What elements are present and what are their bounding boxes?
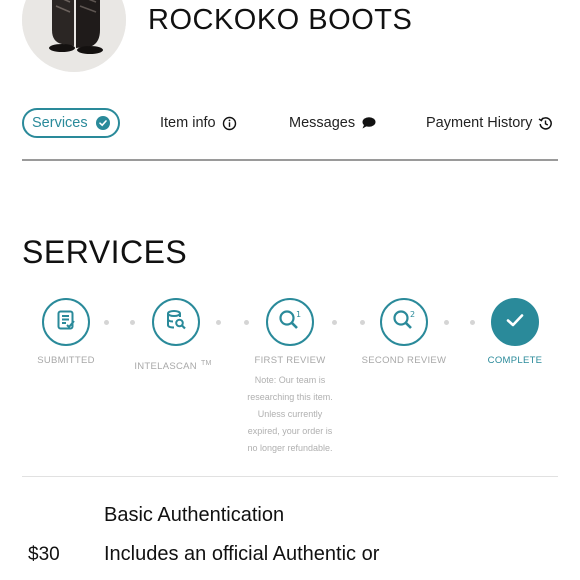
note-line: Unless currently xyxy=(257,409,323,419)
note-line: researching this item. xyxy=(247,392,333,402)
svg-text:1: 1 xyxy=(296,310,301,319)
step-connector xyxy=(332,320,337,325)
svg-text:2: 2 xyxy=(410,310,415,319)
step-label-complete: COMPLETE xyxy=(487,355,543,366)
history-icon xyxy=(538,116,553,131)
progress-steps: 1 2 xyxy=(0,298,580,348)
note-line: Note: Our team is xyxy=(254,375,326,385)
step-connector xyxy=(130,320,135,325)
step-connector xyxy=(360,320,365,325)
step-connector xyxy=(444,320,449,325)
step-connector xyxy=(216,320,221,325)
step-connector xyxy=(244,320,249,325)
chat-bubble-icon xyxy=(361,116,376,130)
note-line: no longer refundable. xyxy=(247,443,333,453)
info-icon xyxy=(222,116,237,131)
search-2-icon: 2 xyxy=(391,308,417,337)
tab-label: Payment History xyxy=(426,115,533,131)
step-label-first-review: FIRST REVIEW xyxy=(254,355,326,366)
item-title: ROCKOKO BOOTS xyxy=(148,4,413,36)
service-price: $30 xyxy=(28,544,60,565)
step-label-intelascan: INTELASCAN TM xyxy=(118,360,228,372)
section-title: SERVICES xyxy=(22,234,188,270)
tabs-divider xyxy=(22,159,558,161)
trademark-mark: TM xyxy=(200,360,212,367)
service-description: Includes an official Authentic or xyxy=(104,543,380,565)
step-submitted xyxy=(42,298,90,346)
step-first-review: 1 xyxy=(266,298,314,346)
tab-services[interactable]: Services xyxy=(22,108,120,138)
document-icon xyxy=(54,308,78,337)
step-intelascan xyxy=(152,298,200,346)
tab-label: Messages xyxy=(289,115,356,131)
step-label-text: INTELASCAN xyxy=(134,361,197,373)
check-icon xyxy=(503,308,527,337)
step-connector xyxy=(104,320,109,325)
step-complete xyxy=(491,298,539,346)
tab-payment-history[interactable]: Payment History xyxy=(426,108,553,138)
service-name: Basic Authentication xyxy=(104,504,285,526)
note-line: expired, your order is xyxy=(247,426,333,436)
step-connector xyxy=(470,320,475,325)
tab-item-info[interactable]: Item info xyxy=(160,108,237,138)
step-label-submitted: SUBMITTED xyxy=(37,355,95,366)
item-photo xyxy=(22,0,126,72)
tab-label: Item info xyxy=(160,115,216,131)
review-note: Note: Our team is researching this item.… xyxy=(240,372,340,457)
database-search-icon xyxy=(164,308,188,337)
section-divider xyxy=(22,476,558,477)
check-circle-icon xyxy=(95,116,110,130)
boots-photo-icon xyxy=(22,0,126,72)
step-label-second-review: SECOND REVIEW xyxy=(361,355,447,366)
tab-messages[interactable]: Messages xyxy=(289,108,376,138)
step-second-review: 2 xyxy=(380,298,428,346)
item-tabs: Services Item info Messages Payment Hist… xyxy=(22,108,558,138)
tab-label: Services xyxy=(32,115,88,131)
search-1-icon: 1 xyxy=(277,308,303,337)
